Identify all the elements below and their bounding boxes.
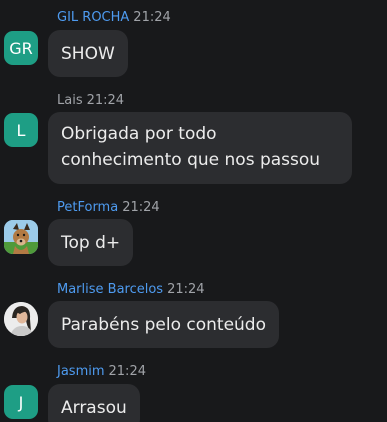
sender-name[interactable]: Jasmim <box>57 364 105 379</box>
sender-name[interactable]: Lais <box>57 93 83 108</box>
message-text-line: Obrigada por todo <box>61 124 217 144</box>
message-time: 21:24 <box>86 93 125 108</box>
avatar[interactable] <box>4 220 38 254</box>
avatar-initials: J <box>18 392 24 412</box>
message-text: Parabéns pelo conteúdo <box>61 314 266 335</box>
avatar[interactable]: L <box>4 113 38 147</box>
message-bubble[interactable]: Arrasou <box>48 384 140 422</box>
sender-name[interactable]: PetForma <box>57 200 118 215</box>
message-meta: Lais 21:24 <box>57 93 124 109</box>
avatar[interactable] <box>4 302 38 336</box>
message-bubble[interactable]: Top d+ <box>48 219 134 266</box>
avatar-initials: GR <box>9 38 33 58</box>
avatar-initials: L <box>16 120 26 140</box>
message-text: Top d+ <box>61 232 121 253</box>
message-meta: PetForma 21:24 <box>57 200 160 216</box>
message-meta: Jasmim 21:24 <box>57 364 146 380</box>
message-bubble[interactable]: Parabéns pelo conteúdo <box>48 301 279 348</box>
message-meta: Marlise Barcelos 21:24 <box>57 282 205 298</box>
chat-message-list[interactable]: GR GIL ROCHA 21:24 SHOW L Lais 21:24 Obrig… <box>0 0 387 422</box>
message-bubble[interactable]: Obrigada por todo conhecimento que nos p… <box>48 112 352 184</box>
message-time: 21:24 <box>108 364 146 379</box>
sender-name[interactable]: Marlise Barcelos <box>57 282 163 297</box>
avatar[interactable]: J <box>4 385 38 419</box>
dog-photo-icon <box>4 220 38 254</box>
person-photo-icon <box>4 302 38 336</box>
message-text: Arrasou <box>61 397 127 418</box>
avatar[interactable]: GR <box>4 31 38 65</box>
message-meta: GIL ROCHA 21:24 <box>57 10 171 26</box>
message-text-line: conhecimento que nos passou <box>61 150 321 170</box>
sender-name[interactable]: GIL ROCHA <box>57 10 129 25</box>
message-text: SHOW <box>61 43 115 64</box>
message-bubble[interactable]: SHOW <box>48 30 128 77</box>
message-time: 21:24 <box>133 10 171 25</box>
message-time: 21:24 <box>167 282 205 297</box>
message-time: 21:24 <box>122 200 160 215</box>
